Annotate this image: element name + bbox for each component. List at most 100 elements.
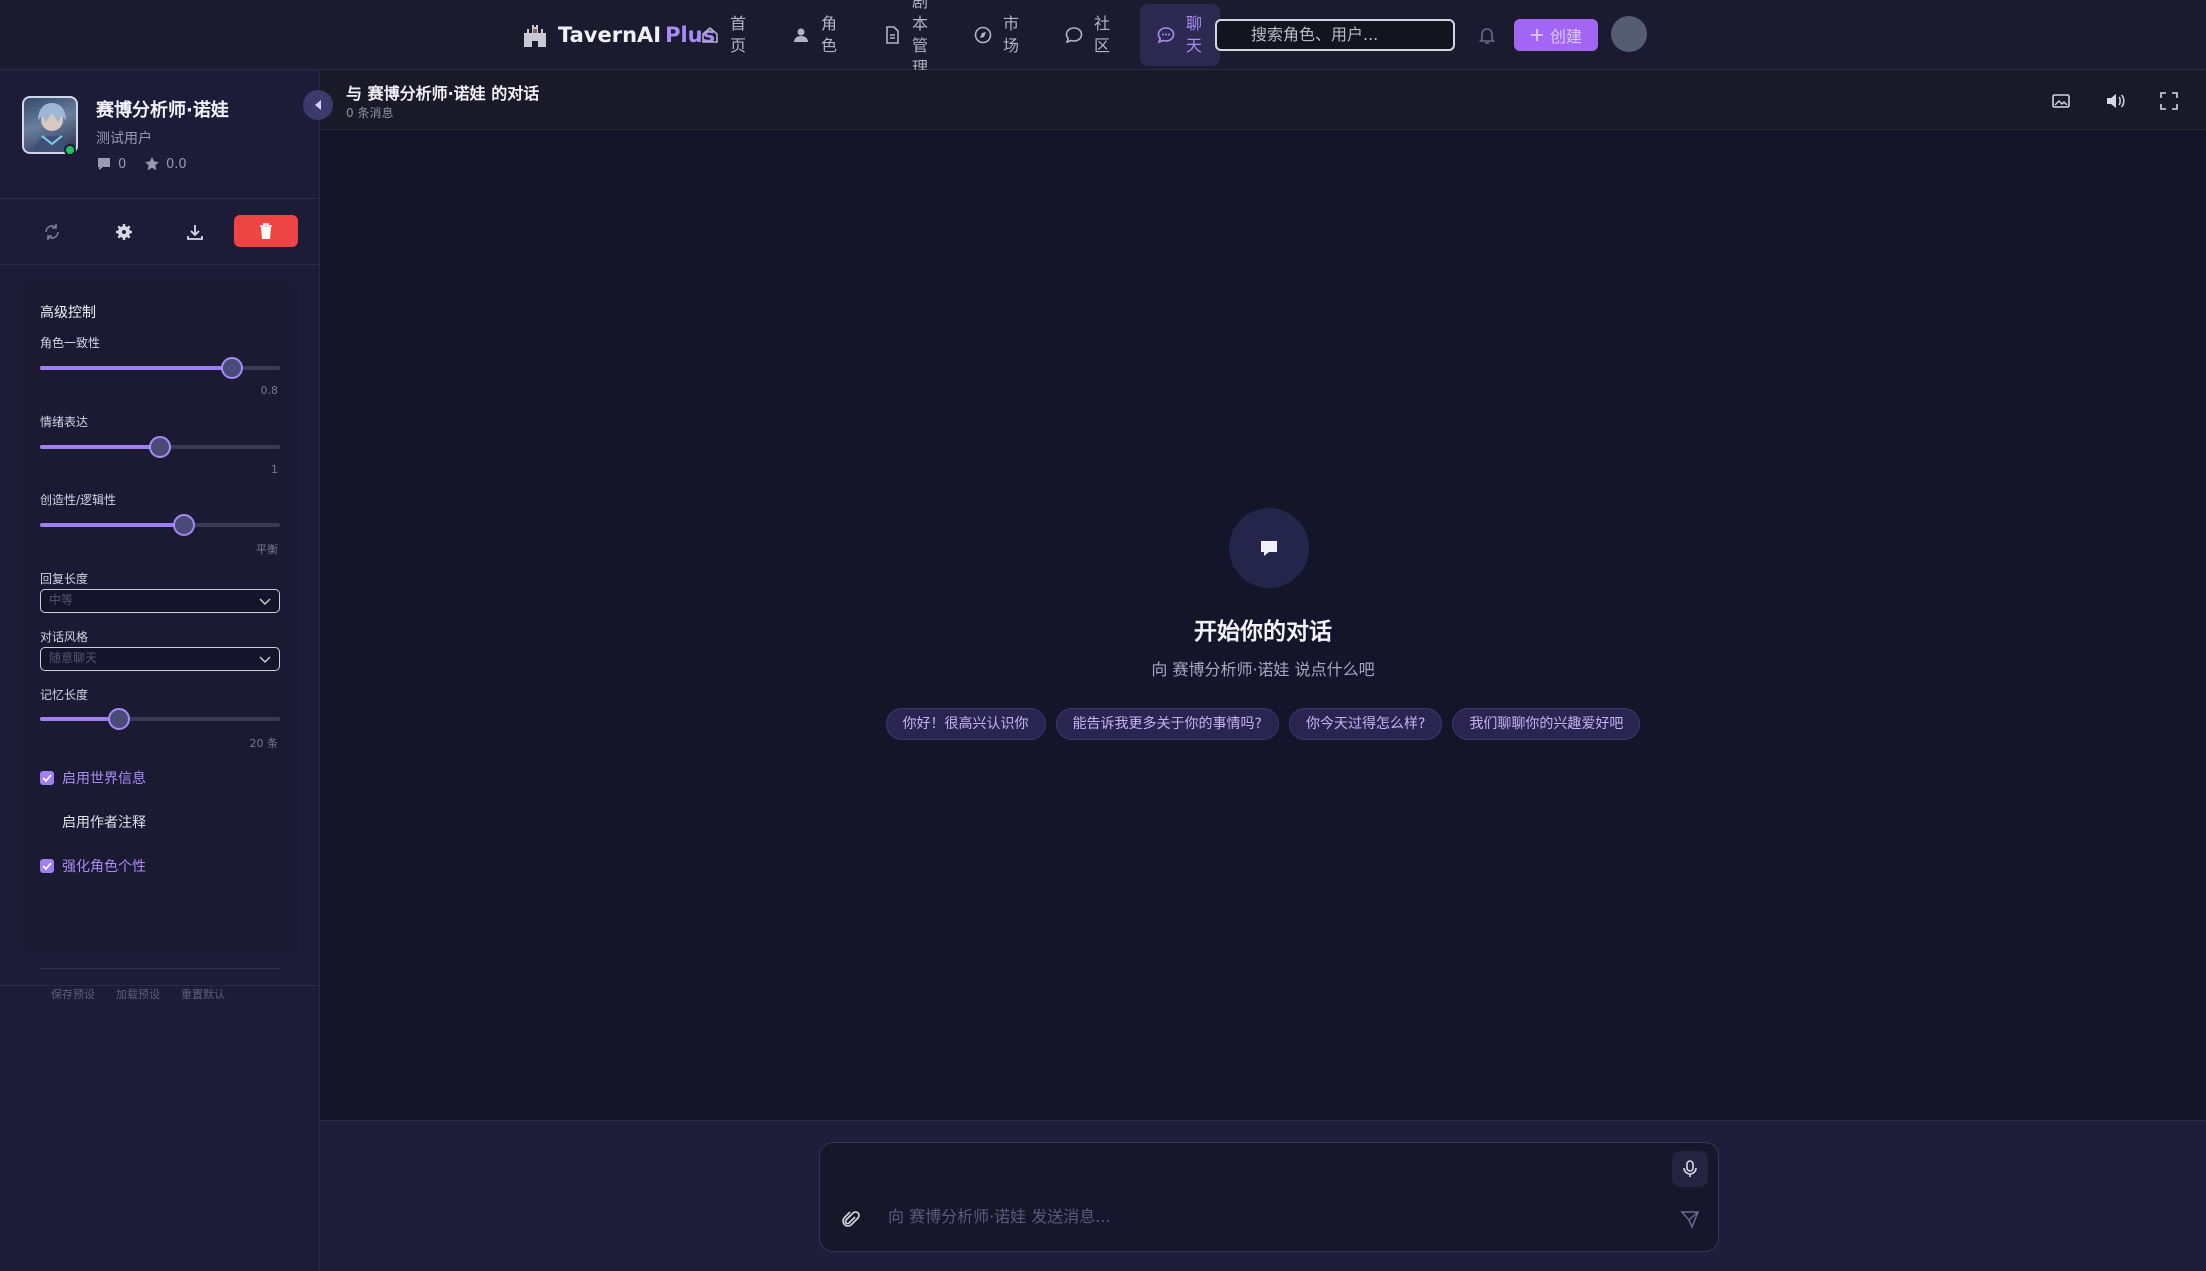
volume-icon[interactable] [2104, 90, 2126, 112]
style-select[interactable]: 随意聊天 [40, 647, 280, 671]
top-navbar: TavernAI Plus 首页 角色 剧本管理 市场 社区 聊天 搜索角色、用… [0, 0, 2206, 77]
emotion-label: 情绪表达 [40, 415, 89, 429]
composer-area: 向 赛博分析师·诺娃 发送消息... [320, 1120, 2206, 1271]
reset-defaults-button[interactable]: 重置默认 [181, 986, 225, 1002]
comment-icon [96, 156, 112, 172]
reply-length-label: 回复长度 [40, 572, 89, 586]
bell-icon[interactable] [1476, 24, 1498, 46]
brand-logo[interactable]: TavernAI Plus [522, 18, 715, 52]
user-avatar[interactable] [1611, 16, 1647, 52]
chat-bubble-icon [1229, 508, 1309, 588]
divider [0, 198, 320, 199]
creativity-value: 平衡 [256, 543, 278, 556]
slider-thumb[interactable] [221, 357, 243, 379]
reply-length-value: 中等 [49, 593, 74, 607]
character-name: 赛博分析师·诺娃 [96, 100, 229, 121]
suggestion-chip[interactable]: 你好！很高兴认识你 [885, 708, 1046, 740]
rating-stat: 0.0 [144, 156, 187, 172]
chat-messages-area: 开始你的对话 向 赛博分析师·诺娃 说点什么吧 你好！很高兴认识你 能告诉我更多… [320, 130, 2206, 1120]
consistency-label: 角色一致性 [40, 336, 101, 350]
slider-fill [40, 445, 160, 449]
nav-label: 聊天 [1186, 14, 1203, 55]
brand-name: TavernAI [558, 23, 662, 47]
slider-thumb[interactable] [108, 708, 131, 730]
memory-value: 20 条 [249, 737, 279, 750]
suggestion-chips: 你好！很高兴认识你 能告诉我更多关于你的事情吗? 你今天过得怎么样? 我们聊聊你… [320, 708, 2206, 740]
message-count-stat: 0 [96, 156, 126, 172]
author-note-toggle[interactable]: 启用作者注释 [40, 812, 146, 832]
refresh-icon [43, 223, 61, 241]
creativity-slider[interactable] [40, 514, 280, 536]
search-input[interactable]: 搜索角色、用户... [1215, 19, 1455, 51]
nav-label: 社区 [1094, 14, 1111, 55]
divider [40, 968, 280, 969]
nav-label: 首页 [730, 14, 747, 55]
nav-label: 剧本管理 [912, 0, 929, 77]
memory-label: 记忆长度 [40, 688, 89, 702]
castle-icon [522, 23, 548, 47]
settings-button[interactable] [107, 215, 141, 249]
collapse-sidebar-button[interactable] [303, 90, 333, 120]
suggestion-chip[interactable]: 能告诉我更多关于你的事情吗? [1055, 708, 1279, 740]
nav-market[interactable]: 市场 [973, 0, 1021, 70]
nav-scripts[interactable]: 剧本管理 [882, 0, 930, 77]
checkbox-empty-icon [40, 815, 54, 829]
chevron-left-icon [313, 99, 323, 111]
message-composer[interactable]: 向 赛博分析师·诺娃 发送消息... [819, 1142, 1719, 1252]
download-icon [186, 223, 204, 241]
microphone-icon[interactable] [1672, 1151, 1708, 1187]
consistency-slider[interactable] [40, 357, 280, 379]
emotion-slider[interactable] [40, 436, 280, 458]
message-circle-icon [1064, 25, 1084, 45]
user-icon [791, 25, 811, 45]
empty-state-title: 开始你的对话 [1194, 619, 1332, 645]
character-creator: 测试用户 [96, 131, 152, 147]
character-sidebar: 赛博分析师·诺娃 测试用户 0 0.0 高级控制 角色一致性 0.8 情绪表达 … [0, 70, 333, 1271]
advanced-controls-panel: 高级控制 角色一致性 0.8 情绪表达 1 创造性/逻辑性 平衡 回复长度 中等… [20, 282, 298, 1001]
suggestion-chip[interactable]: 我们聊聊你的兴趣爱好吧 [1452, 708, 1641, 740]
export-button[interactable] [178, 215, 212, 249]
document-icon [882, 25, 902, 45]
star-icon [144, 156, 160, 172]
chat-title: 与 赛博分析师·诺娃 的对话 [346, 84, 540, 103]
memory-slider[interactable] [40, 708, 280, 730]
image-icon[interactable] [2050, 90, 2072, 112]
slider-thumb[interactable] [173, 514, 195, 536]
consistency-value: 0.8 [260, 384, 279, 397]
refresh-button[interactable] [35, 215, 69, 249]
save-preset-button[interactable]: 保存预设 [51, 986, 95, 1002]
author-note-label: 启用作者注释 [62, 815, 146, 831]
slider-thumb[interactable] [149, 436, 171, 458]
chevron-down-icon [259, 596, 271, 606]
empty-state-subtitle: 向 赛博分析师·诺娃 说点什么吧 [1151, 660, 1375, 679]
reply-length-select[interactable]: 中等 [40, 589, 280, 613]
chat-header: 与 赛博分析师·诺娃 的对话 0 条消息 [320, 70, 2206, 130]
fullscreen-icon[interactable] [2158, 90, 2180, 112]
paperclip-icon[interactable] [836, 1205, 866, 1235]
plus-icon [1530, 28, 1544, 42]
load-preset-button[interactable]: 加载预设 [116, 986, 160, 1002]
panel-title: 高级控制 [40, 305, 96, 321]
online-status-dot [64, 144, 76, 156]
nav-chat[interactable]: 聊天 [1140, 4, 1220, 66]
search-placeholder: 搜索角色、用户... [1251, 25, 1379, 44]
compass-icon [973, 25, 993, 45]
suggestion-chip[interactable]: 你今天过得怎么样? [1289, 708, 1443, 740]
slider-fill [40, 366, 232, 370]
nav-label: 市场 [1003, 14, 1020, 55]
home-icon [700, 25, 720, 45]
create-label: 创建 [1549, 27, 1582, 46]
message-input-placeholder: 向 赛博分析师·诺娃 发送消息... [888, 1207, 1111, 1226]
nav-characters[interactable]: 角色 [791, 0, 839, 70]
nav-community[interactable]: 社区 [1064, 0, 1112, 70]
checkbox-checked-icon [40, 859, 54, 873]
message-count-label: 0 条消息 [346, 106, 394, 120]
personality-toggle[interactable]: 强化角色个性 [40, 856, 146, 876]
gear-icon [115, 223, 133, 241]
send-icon[interactable] [1676, 1205, 1704, 1233]
create-button[interactable]: 创建 [1514, 19, 1598, 51]
nav-home[interactable]: 首页 [700, 0, 748, 70]
delete-button[interactable] [234, 215, 298, 247]
rating-value: 0.0 [166, 156, 187, 172]
world-info-toggle[interactable]: 启用世界信息 [40, 768, 146, 788]
